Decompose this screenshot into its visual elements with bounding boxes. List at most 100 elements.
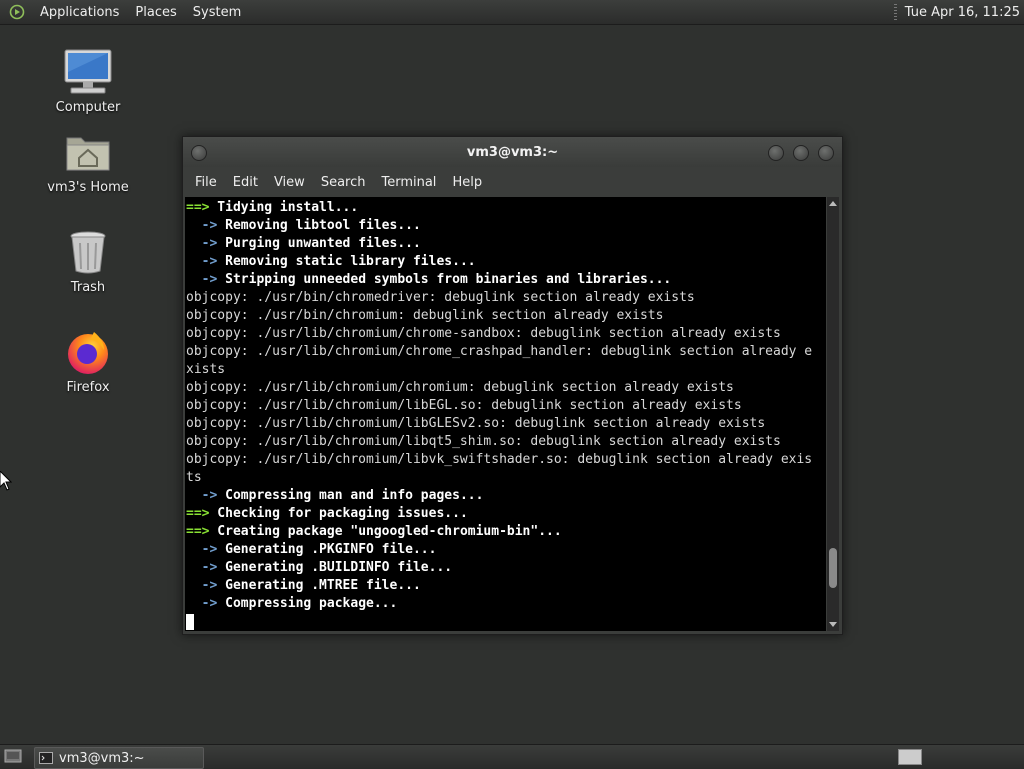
terminal-line: objcopy: ./usr/bin/chromedriver: debugli… [186, 289, 826, 307]
scrollbar-thumb[interactable] [829, 547, 837, 588]
mouse-pointer-icon [0, 470, 13, 495]
menu-file[interactable]: File [187, 175, 225, 190]
terminal-line-arrow: -> [186, 578, 218, 593]
terminal-line: objcopy: ./usr/lib/chromium/chromium: de… [186, 379, 826, 397]
terminal-scrollbar[interactable] [827, 197, 839, 631]
terminal-line: -> Compressing man and info pages... [186, 487, 826, 505]
terminal-line-text: Stripping unneeded symbols from binaries… [217, 272, 672, 287]
terminal-line-arrow: ==> [186, 200, 210, 215]
terminal-line-arrow: -> [186, 542, 218, 557]
terminal-line: objcopy: ./usr/lib/chromium/chrome_crash… [186, 343, 826, 361]
desktop-icon-label: vm3's Home [47, 180, 129, 195]
terminal-cursor [186, 614, 194, 630]
terminal-line: ==> Creating package "ungoogled-chromium… [186, 523, 826, 541]
terminal-line-text: objcopy: ./usr/lib/chromium/libqt5_shim.… [186, 434, 781, 449]
window-title: vm3@vm3:~ [466, 144, 559, 160]
firefox-icon [62, 326, 114, 378]
applications-menu[interactable]: Applications [32, 5, 127, 20]
terminal-menubar: File Edit View Search Terminal Help [183, 167, 842, 197]
terminal-line-arrow: -> [186, 254, 218, 269]
terminal-line-text: Removing static library files... [217, 254, 476, 269]
workspace-switcher[interactable] [898, 749, 922, 765]
terminal-line-text: Generating .MTREE file... [217, 578, 421, 593]
menu-terminal[interactable]: Terminal [373, 175, 444, 190]
terminal-line: ==> Tidying install... [186, 199, 826, 217]
terminal-line-text: objcopy: ./usr/lib/chromium/libvk_swifts… [186, 452, 813, 467]
terminal-line-text: objcopy: ./usr/bin/chromedriver: debugli… [186, 290, 695, 305]
terminal-line: xists [186, 361, 826, 379]
window-menu-button[interactable] [191, 145, 207, 161]
terminal-line-text: objcopy: ./usr/lib/chromium/libGLESv2.so… [186, 416, 766, 431]
terminal-line-text: Tidying install... [209, 200, 359, 215]
terminal-line-text: xists [186, 362, 226, 377]
terminal-line: objcopy: ./usr/lib/chromium/chrome-sandb… [186, 325, 826, 343]
terminal-line-arrow: -> [186, 236, 218, 251]
system-menu[interactable]: System [185, 5, 249, 20]
desktop-icon-label: Trash [70, 280, 106, 295]
computer-icon [62, 46, 114, 98]
taskbar-item-label: vm3@vm3:~ [59, 750, 145, 766]
terminal-line-text: Creating package "ungoogled-chromium-bin… [209, 524, 562, 539]
show-desktop-icon[interactable] [4, 749, 22, 763]
terminal-line-arrow: -> [186, 596, 218, 611]
scroll-down-icon[interactable] [829, 622, 837, 627]
terminal-line: -> Removing static library files... [186, 253, 826, 271]
desktop-icon-trash[interactable]: Trash [33, 226, 143, 295]
taskbar-item-terminal[interactable]: vm3@vm3:~ [34, 747, 204, 769]
clock[interactable]: Tue Apr 16, 11:25 [905, 5, 1020, 20]
terminal-line: -> Compressing package... [186, 595, 826, 613]
terminal-line: -> Purging unwanted files... [186, 235, 826, 253]
top-panel: Applications Places System Tue Apr 16, 1… [0, 0, 1024, 25]
home-folder-icon [62, 126, 114, 178]
trash-icon [62, 226, 114, 278]
desktop-icon-home[interactable]: vm3's Home [33, 126, 143, 195]
terminal-line-text: Generating .BUILDINFO file... [217, 560, 453, 575]
desktop-icon-firefox[interactable]: Firefox [33, 326, 143, 395]
terminal-output[interactable]: ==> Tidying install... -> Removing libto… [185, 197, 826, 631]
terminal-window[interactable]: vm3@vm3:~ File Edit View Search Terminal… [182, 136, 843, 635]
bottom-panel: vm3@vm3:~ [0, 744, 1024, 769]
terminal-line: objcopy: ./usr/lib/chromium/libEGL.so: d… [186, 397, 826, 415]
terminal-line-text: objcopy: ./usr/bin/chromium: debuglink s… [186, 308, 664, 323]
terminal-icon [39, 752, 53, 764]
terminal-line-text: objcopy: ./usr/lib/chromium/libEGL.so: d… [186, 398, 742, 413]
desktop-icon-label: Computer [55, 100, 121, 115]
menu-search[interactable]: Search [313, 175, 374, 190]
scroll-up-icon[interactable] [829, 201, 837, 206]
terminal-line: objcopy: ./usr/bin/chromium: debuglink s… [186, 307, 826, 325]
terminal-line-arrow: -> [186, 560, 218, 575]
terminal-line: objcopy: ./usr/lib/chromium/libqt5_shim.… [186, 433, 826, 451]
terminal-line: -> Generating .BUILDINFO file... [186, 559, 826, 577]
terminal-line-text: Removing libtool files... [217, 218, 421, 233]
panel-grip [893, 4, 897, 20]
terminal-line: -> Generating .PKGINFO file... [186, 541, 826, 559]
close-button[interactable] [818, 145, 834, 161]
places-menu[interactable]: Places [127, 5, 184, 20]
terminal-line-text: ts [186, 470, 202, 485]
terminal-line-text: objcopy: ./usr/lib/chromium/chrome_crash… [186, 344, 813, 359]
terminal-line [186, 613, 826, 631]
terminal-line-text: Purging unwanted files... [217, 236, 421, 251]
terminal-line-text: objcopy: ./usr/lib/chromium/chromium: de… [186, 380, 734, 395]
terminal-line-text: Checking for packaging issues... [209, 506, 468, 521]
menu-view[interactable]: View [266, 175, 313, 190]
menu-help[interactable]: Help [444, 175, 490, 190]
terminal-line-arrow: -> [186, 218, 218, 233]
terminal-line: -> Generating .MTREE file... [186, 577, 826, 595]
terminal-line-arrow: -> [186, 488, 218, 503]
terminal-line: -> Stripping unneeded symbols from binar… [186, 271, 826, 289]
maximize-button[interactable] [793, 145, 809, 161]
menu-edit[interactable]: Edit [225, 175, 266, 190]
terminal-line: objcopy: ./usr/lib/chromium/libGLESv2.so… [186, 415, 826, 433]
terminal-line-text: Generating .PKGINFO file... [217, 542, 437, 557]
desktop-icon-computer[interactable]: Computer [33, 46, 143, 115]
minimize-button[interactable] [768, 145, 784, 161]
distro-logo-icon[interactable] [8, 3, 26, 21]
desktop-icon-label: Firefox [66, 380, 110, 395]
terminal-line-arrow: -> [186, 272, 218, 287]
terminal-line: -> Removing libtool files... [186, 217, 826, 235]
terminal-line: objcopy: ./usr/lib/chromium/libvk_swifts… [186, 451, 826, 469]
terminal-line-text: objcopy: ./usr/lib/chromium/chrome-sandb… [186, 326, 781, 341]
terminal-line-arrow: ==> [186, 524, 210, 539]
window-titlebar[interactable]: vm3@vm3:~ [183, 137, 842, 167]
